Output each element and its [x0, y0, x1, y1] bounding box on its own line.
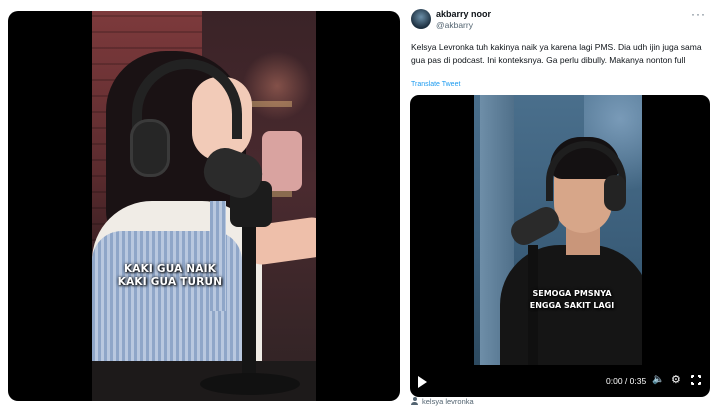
- volume-icon[interactable]: 🔈: [652, 374, 664, 385]
- microphone-icon: [506, 202, 564, 250]
- video-time: 0:00 / 0:35: [606, 376, 647, 386]
- tweet-video-caption: SEMOGA PMSNYA ENGGA SAKIT LAGI: [502, 288, 642, 312]
- caption-line: KAKI GUA TURUN: [117, 276, 223, 288]
- translate-tweet-link[interactable]: Translate Tweet: [411, 81, 460, 88]
- tweet-card: akbarry noor @akbarry ··· Kelsya Levronk…: [404, 0, 720, 407]
- caption-line: KAKI GUA NAIK: [123, 263, 217, 275]
- lamp-glow: [242, 51, 312, 121]
- tagged-user[interactable]: kelsya levronka: [411, 397, 474, 407]
- mic-base: [200, 373, 300, 395]
- caption-line: ENGGA SAKIT LAGI: [529, 301, 615, 310]
- tweet-text: Kelsya Levronka tuh kakinya naik ya kare…: [411, 42, 702, 65]
- headphone-cup: [604, 175, 626, 211]
- fullscreen-icon[interactable]: [689, 373, 703, 387]
- headphone-cup: [130, 119, 170, 177]
- person-icon: [411, 397, 418, 405]
- left-video-caption: KAKI GUA NAIK KAKI GUA TURUN: [100, 263, 240, 289]
- tagged-user-name: kelsya levronka: [422, 397, 474, 406]
- tweet-video-player[interactable]: SEMOGA PMSNYA ENGGA SAKIT LAGI 0:00 / 0:…: [410, 95, 710, 397]
- avatar[interactable]: [411, 9, 431, 29]
- left-video-frame: [92, 11, 316, 401]
- person-overall-strap: [210, 201, 226, 311]
- more-icon[interactable]: ···: [691, 7, 706, 21]
- mic-stand: [242, 223, 256, 383]
- user-handle[interactable]: @akbarry: [436, 20, 473, 30]
- play-icon[interactable]: [418, 376, 427, 388]
- left-video-player[interactable]: KAKI GUA NAIK KAKI GUA TURUN: [8, 11, 400, 401]
- right-video-frame: [474, 95, 642, 365]
- gear-icon[interactable]: ⚙: [671, 373, 681, 386]
- caption-line: SEMOGA PMSNYA: [532, 289, 612, 298]
- display-name[interactable]: akbarry noor: [436, 9, 491, 19]
- video-controls: 0:00 / 0:35 🔈 ⚙: [410, 370, 710, 397]
